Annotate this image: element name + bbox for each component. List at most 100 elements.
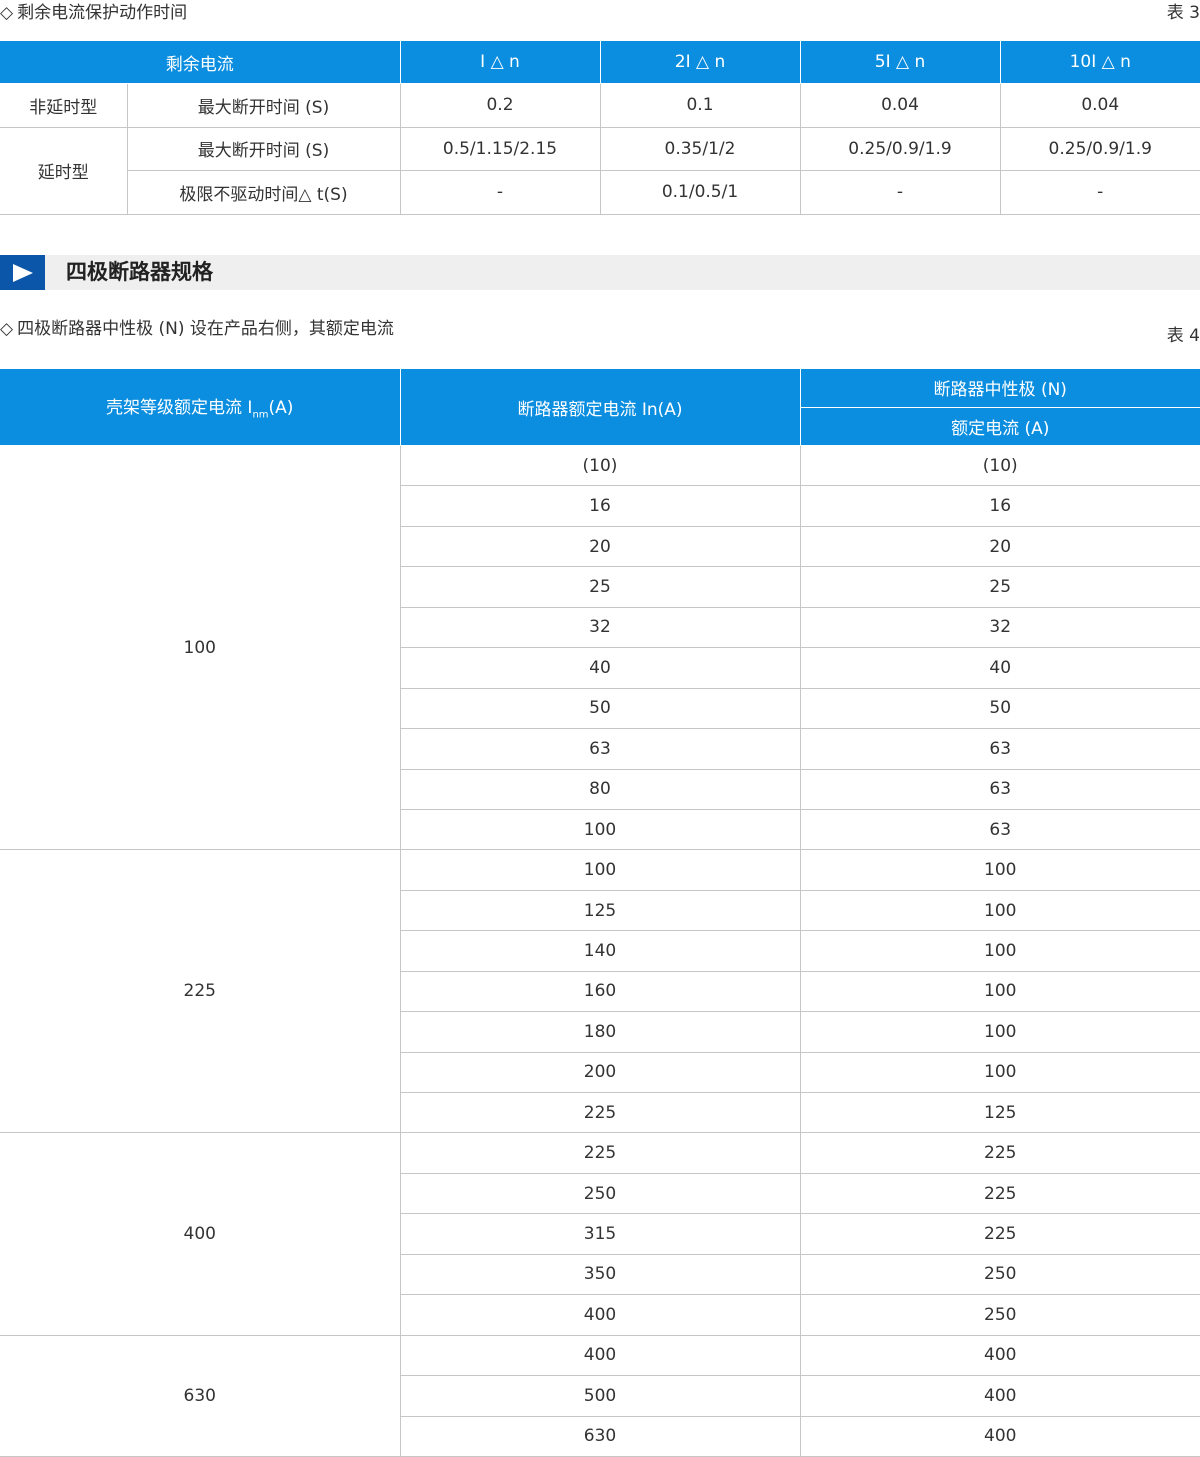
diamond-icon: ◇: [0, 3, 14, 23]
neutral-current-cell: 63: [799, 728, 1200, 770]
neutral-current-cell: 225: [799, 1132, 1200, 1174]
breaker-current-cell: 80: [400, 768, 801, 810]
neutral-current-cell: 100: [799, 1051, 1200, 1094]
table-cell: 0.04: [799, 83, 1001, 128]
table-cell: 0.35/1/2: [599, 126, 801, 171]
table-cell: -: [999, 170, 1200, 215]
neutral-current-cell: 50: [799, 687, 1200, 730]
table-cell: 0.2: [399, 83, 601, 128]
frame-current-cell: 100: [0, 444, 401, 851]
frame-current-cell: 225: [0, 849, 401, 1134]
neutral-current-cell: 400: [799, 1375, 1200, 1417]
breaker-current-cell: (10): [399, 444, 801, 487]
spec-table-body: 100 (10) (10) 16 16 20 20 25 25 32 32 40 40 50 50 63 63 8…: [0, 444, 1200, 1457]
table-row: 400 225 225: [0, 1132, 1200, 1336]
table-row: 非延时型 最大断开时间 (S) 0.2 0.1 0.04 0.04: [0, 83, 1200, 128]
breaker-current-cell: 125: [400, 889, 801, 932]
breaker-current-cell: 20: [400, 525, 801, 568]
neutral-current-cell: 125: [799, 1091, 1200, 1134]
four-pole-spec-table: 壳架等级额定电流 Inm(A) 断路器额定电流 In(A) 断路器中性极 (N)…: [0, 368, 1200, 1457]
breaker-current-cell: 250: [400, 1172, 801, 1215]
header-neutral-current: 额定电流 (A): [800, 406, 1200, 446]
residual-current-table: 剩余电流 I △ n 2I △ n 5I △ n 10I △ n 非延时型 最大…: [0, 40, 1200, 215]
table-row: 极限不驱动时间△ t(S) - 0.1/0.5/1 - -: [0, 170, 1200, 215]
neutral-current-cell: 400: [799, 1334, 1200, 1377]
table-cell: 0.1: [599, 83, 801, 128]
row-group-label: 延时型: [0, 126, 128, 215]
neutral-current-cell: (10): [799, 444, 1200, 487]
table4-caption-text: 四极断路器中性极 (N) 设在产品右侧，其额定电流: [17, 319, 394, 339]
diamond-icon: ◇: [0, 319, 14, 339]
breaker-current-cell: 400: [399, 1334, 801, 1377]
breaker-current-cell: 225: [400, 1091, 801, 1134]
neutral-current-cell: 63: [799, 768, 1200, 810]
header-neutral-pole: 断路器中性极 (N): [799, 368, 1200, 408]
table-cell: 0.25/0.9/1.9: [799, 126, 1001, 171]
breaker-current-cell: 225: [399, 1132, 801, 1174]
breaker-current-cell: 63: [400, 728, 801, 770]
section-title: 四极断路器规格: [66, 260, 213, 284]
breaker-current-cell: 630: [400, 1415, 801, 1457]
breaker-current-cell: 500: [400, 1375, 801, 1417]
header-10x: 10I △ n: [999, 40, 1200, 84]
table-cell: 0.04: [999, 83, 1200, 128]
breaker-current-cell: 16: [400, 485, 801, 527]
neutral-current-cell: 225: [799, 1213, 1200, 1255]
header-frame-current-unit: (A): [268, 398, 294, 419]
neutral-current-cell: 100: [799, 849, 1200, 891]
neutral-current-cell: 25: [799, 566, 1200, 608]
neutral-current-cell: 100: [799, 889, 1200, 932]
table4-caption: ◇ 四极断路器中性极 (N) 设在产品右侧，其额定电流: [0, 314, 394, 339]
neutral-current-cell: 32: [799, 606, 1200, 649]
section-marker: [0, 255, 45, 290]
table-cell: 0.1/0.5/1: [599, 170, 801, 215]
neutral-current-cell: 100: [799, 970, 1200, 1013]
neutral-current-cell: 63: [799, 808, 1200, 851]
neutral-current-cell: 400: [799, 1415, 1200, 1457]
table-row: 630 400 400: [0, 1334, 1200, 1457]
table3-caption-text: 剩余电流保护动作时间: [17, 3, 188, 23]
table3-number: 表 3: [1166, 3, 1200, 23]
section-heading: 四极断路器规格: [0, 255, 1200, 290]
neutral-current-cell: 250: [799, 1294, 1200, 1336]
header-frame-current-label: 壳架等级额定电流 I: [106, 398, 253, 419]
header-residual-current: 剩余电流: [0, 40, 401, 84]
breaker-current-cell: 160: [400, 970, 801, 1013]
breaker-current-cell: 32: [400, 606, 801, 649]
frame-current-cell: 400: [0, 1132, 401, 1336]
table-cell: -: [799, 170, 1001, 215]
breaker-current-cell: 40: [400, 647, 801, 689]
header-frame-current: 壳架等级额定电流 Inm(A): [0, 368, 401, 446]
neutral-current-cell: 40: [799, 647, 1200, 689]
header-frame-current-sub: nm: [252, 409, 269, 421]
table3-caption: ◇ 剩余电流保护动作时间: [0, 0, 187, 23]
frame-current-cell: 630: [0, 1334, 401, 1457]
table-row: 延时型 最大断开时间 (S) 0.5/1.15/2.15 0.35/1/2 0.…: [0, 126, 1200, 215]
row-group-label: 非延时型: [0, 83, 128, 128]
breaker-current-cell: 140: [400, 930, 801, 972]
table-row: 225 100 100: [0, 849, 1200, 1134]
header-2x: 2I △ n: [599, 40, 801, 84]
row-label: 极限不驱动时间△ t(S): [127, 170, 401, 215]
table-cell: 0.25/0.9/1.9: [999, 126, 1200, 171]
table-header-row: 壳架等级额定电流 Inm(A) 断路器额定电流 In(A) 断路器中性极 (N): [0, 368, 1200, 446]
neutral-current-cell: 225: [799, 1172, 1200, 1215]
table-header-row: 剩余电流 I △ n 2I △ n 5I △ n 10I △ n: [0, 40, 1200, 84]
row-label: 最大断开时间 (S): [126, 126, 401, 171]
breaker-current-cell: 315: [400, 1213, 801, 1255]
neutral-current-cell: 100: [799, 1011, 1200, 1053]
table-cell: 0.5/1.15/2.15: [399, 126, 601, 171]
breaker-current-cell: 25: [400, 566, 801, 608]
header-breaker-current: 断路器额定电流 In(A): [399, 368, 801, 446]
neutral-current-cell: 16: [799, 485, 1200, 527]
header-1x: I △ n: [399, 40, 601, 84]
breaker-current-cell: 50: [400, 687, 801, 730]
table-row: 100 (10) (10): [0, 444, 1200, 851]
breaker-current-cell: 350: [400, 1253, 801, 1296]
breaker-current-cell: 100: [400, 808, 801, 851]
table-cell: -: [399, 170, 601, 215]
header-5x: 5I △ n: [799, 40, 1001, 84]
breaker-current-cell: 180: [400, 1011, 801, 1053]
row-label: 最大断开时间 (S): [126, 83, 401, 128]
breaker-current-cell: 100: [399, 849, 801, 891]
